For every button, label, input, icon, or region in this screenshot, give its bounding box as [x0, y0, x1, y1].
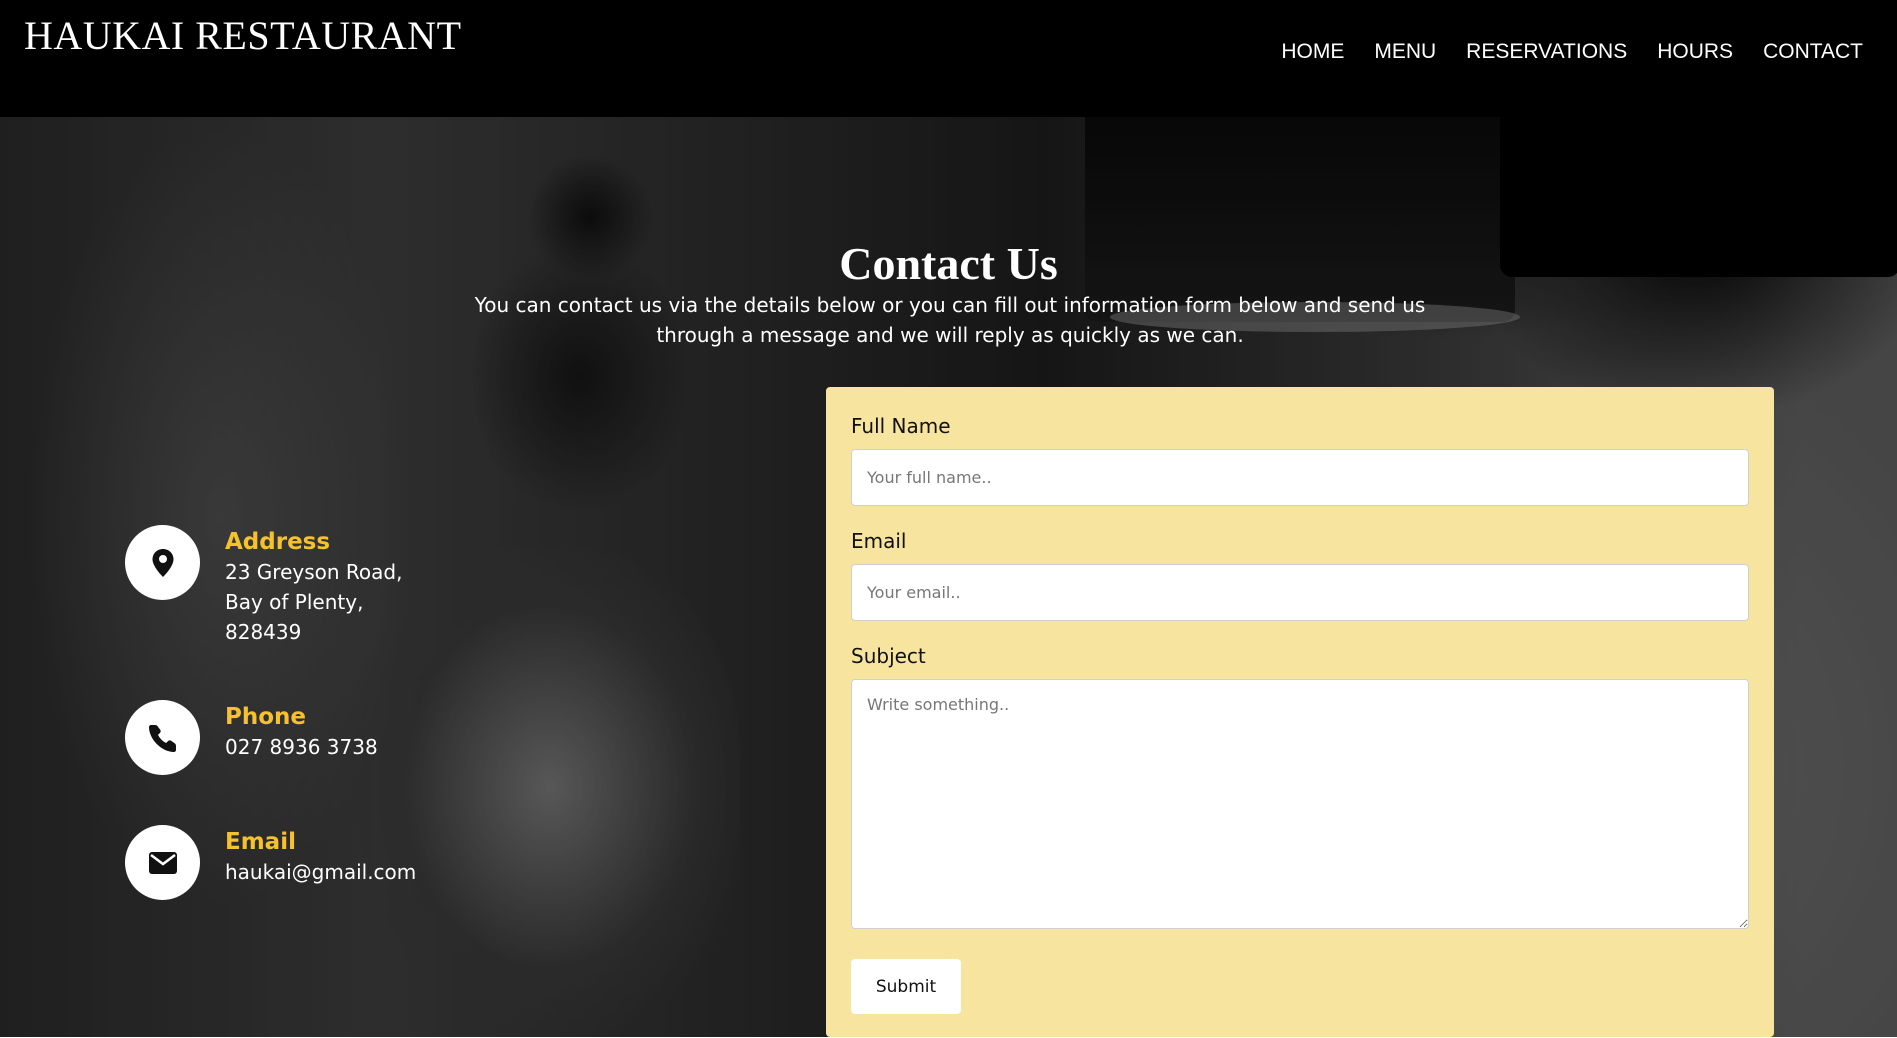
- envelope-icon: [125, 825, 200, 900]
- nav-menu[interactable]: MENU: [1374, 40, 1436, 64]
- phone-number[interactable]: 027 8936 3738: [225, 732, 378, 762]
- nav-contact[interactable]: CONTACT: [1763, 40, 1863, 64]
- address-line: 23 Greyson Road,: [225, 560, 403, 584]
- email-text: Email haukai@gmail.com: [225, 827, 416, 887]
- email-heading: Email: [225, 829, 296, 855]
- main-nav: HOME MENU RESERVATIONS HOURS CONTACT: [1281, 40, 1863, 64]
- contact-form: Full Name Email Subject Submit: [826, 387, 1774, 1037]
- phone-heading: Phone: [225, 704, 307, 730]
- nav-home[interactable]: HOME: [1281, 40, 1344, 64]
- full-name-input[interactable]: [851, 449, 1749, 506]
- site-header: HAUKAI RESTAURANT HOME MENU RESERVATIONS…: [0, 0, 1897, 117]
- map-pin-icon: [125, 525, 200, 600]
- phone-icon: [125, 700, 200, 775]
- contact-page: HAUKAI RESTAURANT HOME MENU RESERVATIONS…: [0, 0, 1897, 1038]
- nav-reservations[interactable]: RESERVATIONS: [1466, 40, 1627, 64]
- nav-hours[interactable]: HOURS: [1657, 40, 1733, 64]
- address-line: Bay of Plenty,: [225, 590, 364, 614]
- subject-textarea[interactable]: [851, 679, 1749, 929]
- phone-text: Phone 027 8936 3738: [225, 702, 378, 762]
- address-text: Address 23 Greyson Road, Bay of Plenty, …: [225, 527, 402, 647]
- address-heading: Address: [225, 529, 331, 555]
- email-address[interactable]: haukai@gmail.com: [225, 857, 416, 887]
- email-input[interactable]: [851, 564, 1749, 621]
- full-name-label: Full Name: [851, 414, 951, 438]
- submit-button[interactable]: Submit: [851, 959, 961, 1014]
- page-title: Contact Us: [839, 238, 1058, 289]
- address-line: 828439: [225, 620, 302, 644]
- email-label: Email: [851, 529, 907, 553]
- page-subtitle: You can contact us via the details below…: [474, 293, 1426, 347]
- subject-label: Subject: [851, 644, 926, 668]
- brand-logo[interactable]: HAUKAI RESTAURANT: [24, 12, 462, 59]
- hero-section: Contact Us You can contact us via the de…: [0, 117, 1897, 1037]
